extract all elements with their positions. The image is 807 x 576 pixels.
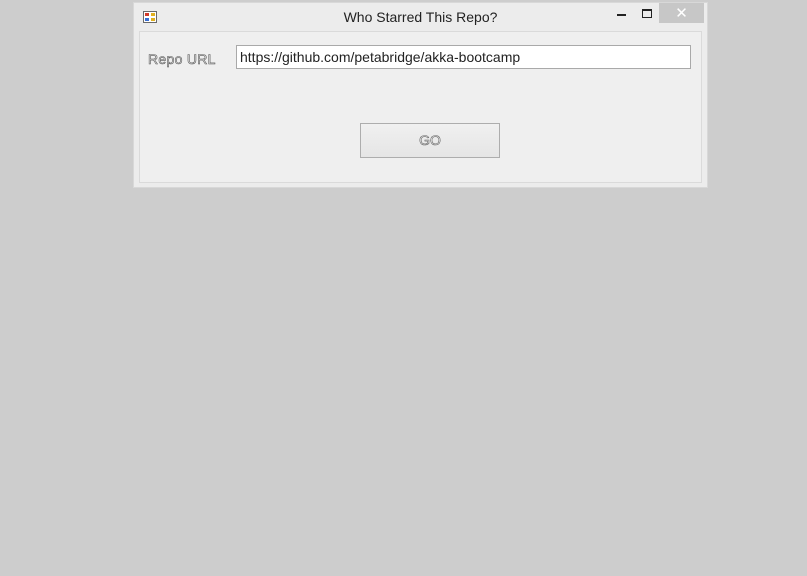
repo-url-label: Repo URL xyxy=(148,51,216,68)
app-window: Who Starred This Repo? ✕ Repo URL GO xyxy=(133,2,708,188)
form-panel: Repo URL GO xyxy=(139,31,702,183)
minimize-icon xyxy=(616,14,626,16)
repo-url-input[interactable] xyxy=(236,45,691,69)
minimize-button[interactable] xyxy=(608,3,634,23)
maximize-icon xyxy=(642,8,652,18)
title-bar[interactable]: Who Starred This Repo? ✕ xyxy=(134,3,707,31)
close-icon: ✕ xyxy=(675,4,688,22)
maximize-button[interactable] xyxy=(634,3,660,23)
close-button[interactable]: ✕ xyxy=(659,3,704,23)
go-button[interactable]: GO xyxy=(360,123,500,158)
